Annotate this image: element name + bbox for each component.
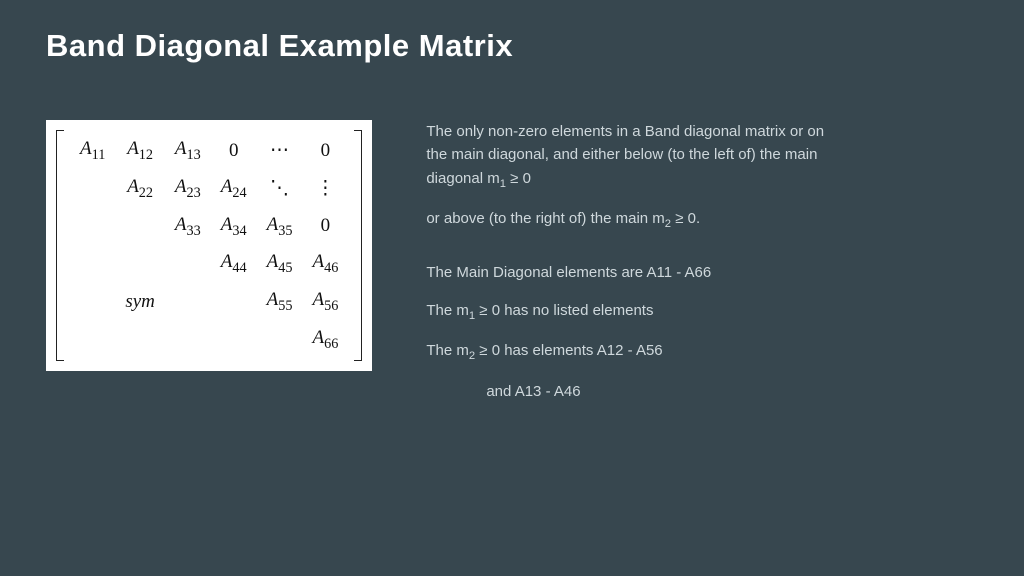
matrix-cell	[115, 208, 165, 246]
matrix-cell	[70, 283, 115, 321]
matrix-cell: A45	[257, 245, 303, 283]
matrix-cell	[211, 321, 257, 359]
desc-p4: The m1 ≥ 0 has no listed elements	[426, 299, 846, 325]
text: ≥ 0 has no listed elements	[475, 302, 653, 319]
matrix-cell: A33	[165, 208, 211, 246]
matrix-cell	[70, 208, 115, 246]
matrix-cell	[70, 245, 115, 283]
matrix-cell: 0	[211, 132, 257, 170]
matrix-cell: 0	[302, 208, 348, 246]
page-title: Band Diagonal Example Matrix	[46, 28, 978, 64]
desc-p6: and A13 - A46	[426, 380, 846, 403]
text: ≥ 0.	[671, 210, 700, 227]
desc-p1: The only non-zero elements in a Band dia…	[426, 120, 846, 193]
matrix-cell: ⋮	[302, 170, 348, 208]
matrix-cell: A13	[165, 132, 211, 170]
matrix-cell	[211, 283, 257, 321]
matrix-cell: 0	[302, 132, 348, 170]
matrix-cell	[70, 170, 115, 208]
matrix-cell: A35	[257, 208, 303, 246]
matrix-cell: sym	[115, 283, 165, 321]
matrix-cell: A56	[302, 283, 348, 321]
matrix-cell: A66	[302, 321, 348, 359]
text: The only non-zero elements in a Band dia…	[426, 123, 824, 187]
matrix-cell: ⋱	[257, 170, 303, 208]
matrix-cell: A55	[257, 283, 303, 321]
matrix-cell: A44	[211, 245, 257, 283]
text: ≥ 0 has elements A12 - A56	[475, 342, 663, 359]
matrix-cell: A24	[211, 170, 257, 208]
matrix-image: A11A12A130⋯0A22A23A24⋱⋮A33A34A350A44A45A…	[46, 120, 372, 371]
matrix-cell: A34	[211, 208, 257, 246]
matrix-cell	[165, 283, 211, 321]
matrix-table: A11A12A130⋯0A22A23A24⋱⋮A33A34A350A44A45A…	[70, 132, 348, 359]
matrix-cell: A22	[115, 170, 165, 208]
matrix-cell	[115, 245, 165, 283]
matrix-cell	[115, 321, 165, 359]
matrix-cell: A11	[70, 132, 115, 170]
left-bracket-icon	[56, 130, 64, 361]
matrix-cell	[165, 321, 211, 359]
text: The m	[426, 302, 469, 319]
slide: Band Diagonal Example Matrix A11A12A130⋯…	[0, 0, 1024, 576]
matrix-cell: ⋯	[257, 132, 303, 170]
matrix-cell: A23	[165, 170, 211, 208]
text: The m	[426, 342, 469, 359]
content-row: A11A12A130⋯0A22A23A24⋱⋮A33A34A350A44A45A…	[46, 120, 978, 417]
matrix-cell: A12	[115, 132, 165, 170]
text: ≥ 0	[506, 170, 531, 187]
desc-p5: The m2 ≥ 0 has elements A12 - A56	[426, 339, 846, 365]
description-text: The only non-zero elements in a Band dia…	[426, 120, 846, 417]
text: or above (to the right of) the main m	[426, 210, 664, 227]
desc-p2: or above (to the right of) the main m2 ≥…	[426, 207, 846, 233]
matrix-cell	[257, 321, 303, 359]
matrix-cell: A46	[302, 245, 348, 283]
matrix-cell	[70, 321, 115, 359]
matrix-cell	[165, 245, 211, 283]
right-bracket-icon	[354, 130, 362, 361]
desc-p3: The Main Diagonal elements are A11 - A66	[426, 261, 846, 284]
